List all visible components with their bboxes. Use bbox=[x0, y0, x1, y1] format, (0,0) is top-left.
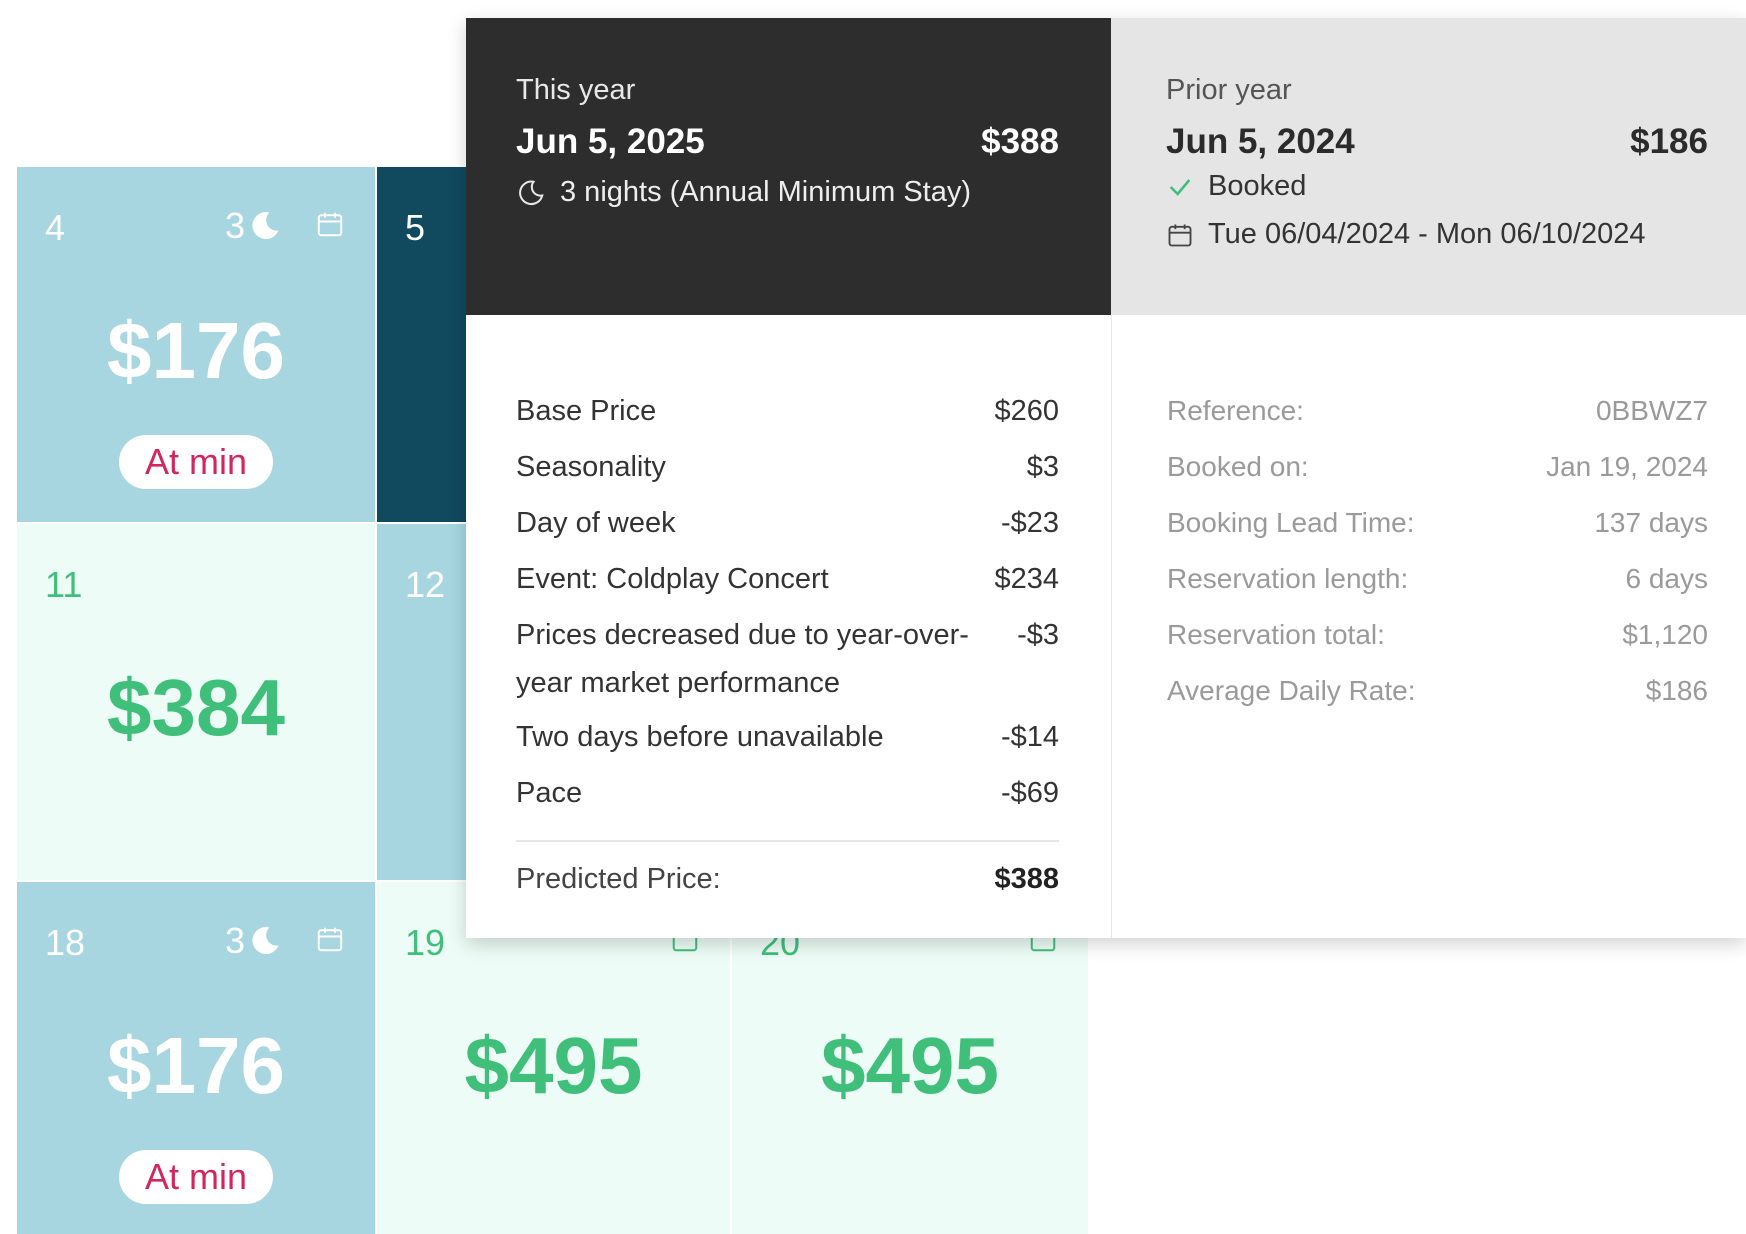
day-price: $495 bbox=[464, 1021, 643, 1110]
breakdown-value: -$69 bbox=[1000, 777, 1059, 809]
calendar-day-cell[interactable]: 11 $384 bbox=[17, 524, 375, 880]
min-nights-count: 3 bbox=[224, 205, 245, 246]
breakdown-row: Base Price $260 bbox=[516, 387, 1059, 435]
day-price: $495 bbox=[821, 1021, 999, 1110]
breakdown-value: $234 bbox=[994, 563, 1059, 595]
breakdown-label: Seasonality bbox=[516, 451, 666, 483]
breakdown-value: $260 bbox=[994, 395, 1059, 427]
predicted-price-row: Predicted Price: $388 bbox=[516, 863, 1059, 896]
detail-label: Reference: bbox=[1167, 395, 1304, 426]
breakdown-row: Pace -$69 bbox=[516, 769, 1059, 817]
prior-year-price: $186 bbox=[1630, 122, 1708, 161]
calendar-day-cell[interactable]: 18 3 $176 At min bbox=[17, 882, 375, 1234]
this-year-header: This year Jun 5, 2025 $388 3 nights (Ann… bbox=[466, 18, 1111, 315]
breakdown-row: Event: Coldplay Concert $234 bbox=[516, 555, 1059, 603]
booked-text: Booked bbox=[1208, 170, 1307, 202]
moon-icon bbox=[252, 927, 279, 955]
detail-value: $1,120 bbox=[1622, 619, 1708, 650]
at-min-badge: At min bbox=[118, 1150, 274, 1204]
detail-row: Reservation total: $1,120 bbox=[1167, 619, 1708, 651]
day-number: 18 bbox=[45, 922, 86, 963]
breakdown-label: Pace bbox=[516, 777, 583, 809]
breakdown-value: $3 bbox=[1026, 451, 1059, 483]
detail-label: Reservation length: bbox=[1167, 563, 1409, 594]
calendar-icon bbox=[1168, 224, 1192, 246]
at-min-badge: At min bbox=[118, 435, 274, 489]
breakdown-row: Prices decreased due to year-over-year m… bbox=[516, 611, 1059, 707]
detail-label: Booked on: bbox=[1167, 451, 1309, 482]
moon-icon bbox=[519, 180, 544, 205]
day-number: 4 bbox=[45, 207, 66, 248]
booking-range-text: Tue 06/04/2024 - Mon 06/10/2024 bbox=[1208, 218, 1646, 250]
detail-label: Reservation total: bbox=[1167, 619, 1385, 650]
detail-row: Booked on: Jan 19, 2024 bbox=[1167, 451, 1708, 483]
min-nights: 3 bbox=[225, 920, 283, 962]
calendar-day-cell[interactable]: 12 bbox=[377, 524, 477, 880]
day-number: 12 bbox=[405, 564, 446, 605]
day-price: $176 bbox=[107, 306, 285, 395]
calendar-icon bbox=[317, 927, 343, 952]
breakdown-row: Two days before unavailable -$14 bbox=[516, 713, 1059, 761]
this-year-price: $388 bbox=[981, 122, 1059, 161]
breakdown-value: -$23 bbox=[1000, 507, 1059, 539]
booked-status: Booked bbox=[1166, 170, 1306, 203]
prior-year-header: Prior year Jun 5, 2024 $186 Booked Tue 0… bbox=[1111, 18, 1746, 315]
detail-value: Jan 19, 2024 bbox=[1546, 451, 1708, 482]
day-price: $176 bbox=[107, 1021, 285, 1110]
day-number: 19 bbox=[405, 922, 446, 963]
detail-value: 0BBWZ7 bbox=[1595, 395, 1708, 426]
this-year-label: This year bbox=[516, 74, 636, 106]
detail-row: Reference: 0BBWZ7 bbox=[1167, 395, 1708, 427]
breakdown-label: Two days before unavailable bbox=[516, 721, 884, 753]
prior-year-date: Jun 5, 2024 bbox=[1166, 122, 1355, 161]
detail-label: Average Daily Rate: bbox=[1167, 675, 1416, 706]
breakdown-row: Day of week -$23 bbox=[516, 499, 1059, 547]
day-number: 5 bbox=[405, 207, 426, 248]
price-breakdown-tooltip: This year Jun 5, 2025 $388 3 nights (Ann… bbox=[466, 18, 1746, 938]
breakdown-row: Seasonality $3 bbox=[516, 443, 1059, 491]
price-breakdown: Base Price $260 Seasonality $3 Day of we… bbox=[466, 315, 1111, 938]
this-year-date: Jun 5, 2025 bbox=[516, 122, 705, 161]
detail-row: Reservation length: 6 days bbox=[1167, 563, 1708, 595]
booking-range: Tue 06/04/2024 - Mon 06/10/2024 bbox=[1166, 218, 1645, 251]
prior-year-label: Prior year bbox=[1166, 74, 1292, 106]
calendar-day-cell-selected[interactable]: 5 bbox=[377, 167, 477, 522]
breakdown-value: -$3 bbox=[1017, 619, 1059, 651]
predicted-price-label: Predicted Price: bbox=[516, 863, 721, 895]
breakdown-label: Day of week bbox=[516, 507, 676, 539]
detail-label: Booking Lead Time: bbox=[1167, 507, 1415, 538]
prior-year-details: Reference: 0BBWZ7 Booked on: Jan 19, 202… bbox=[1111, 315, 1746, 938]
detail-row: Average Daily Rate: $186 bbox=[1167, 675, 1708, 707]
predicted-price-value: $388 bbox=[994, 863, 1059, 895]
calendar-day-cell[interactable]: 4 3 $176 At min bbox=[17, 167, 375, 522]
moon-icon bbox=[252, 212, 279, 240]
breakdown-label: Prices decreased due to year-over-year m… bbox=[516, 619, 969, 699]
min-nights: 3 bbox=[225, 205, 283, 247]
breakdown-label: Base Price bbox=[516, 395, 657, 427]
detail-value: 6 days bbox=[1625, 563, 1709, 594]
detail-row: Booking Lead Time: 137 days bbox=[1167, 507, 1708, 539]
detail-value: $186 bbox=[1645, 675, 1708, 706]
detail-value: 137 days bbox=[1594, 507, 1708, 538]
check-icon bbox=[1169, 178, 1191, 196]
day-number: 11 bbox=[45, 564, 83, 605]
min-nights-count: 3 bbox=[224, 920, 245, 961]
min-stay-text: 3 nights (Annual Minimum Stay) bbox=[560, 176, 971, 208]
min-stay-info: 3 nights (Annual Minimum Stay) bbox=[516, 176, 971, 209]
breakdown-value: -$14 bbox=[1000, 721, 1059, 753]
calendar-icon bbox=[317, 212, 343, 237]
day-price: $384 bbox=[107, 663, 285, 752]
breakdown-divider bbox=[516, 840, 1059, 842]
breakdown-label: Event: Coldplay Concert bbox=[516, 563, 829, 595]
